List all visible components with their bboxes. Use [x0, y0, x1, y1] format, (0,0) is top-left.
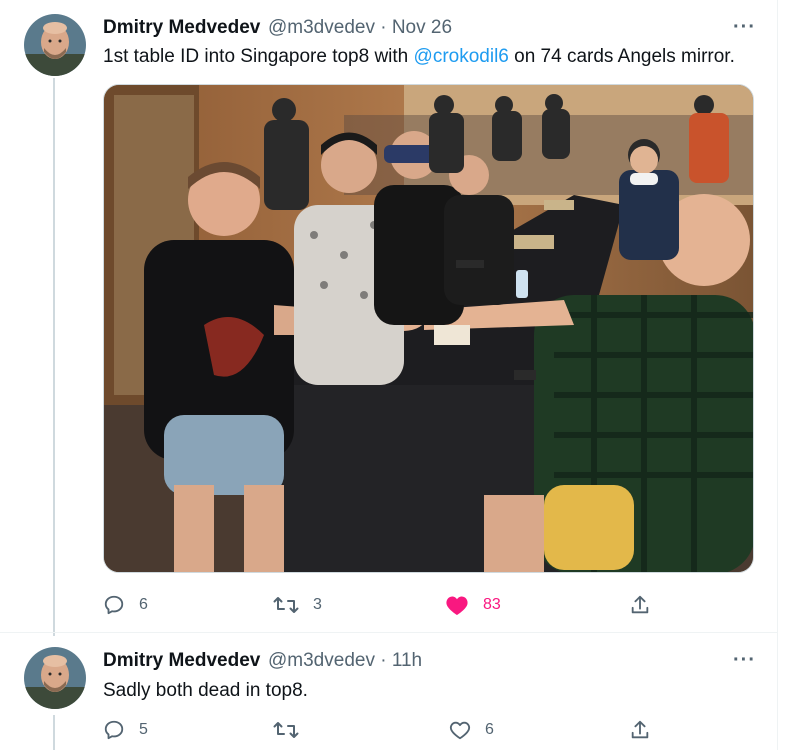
avatar[interactable] [24, 647, 86, 709]
reply-count: 6 [139, 596, 148, 613]
avatar[interactable] [24, 14, 86, 76]
more-options-icon[interactable]: ··· [733, 649, 756, 672]
timeline: Dmitry Medvedev @m3dvedev · Nov 26 ··· 1… [0, 0, 778, 750]
tweet-text-part: 1st table ID into Singapore top8 with [103, 46, 414, 67]
like-button[interactable]: 6 [449, 719, 494, 741]
thread-connector-line [53, 78, 55, 636]
thread-connector-line [53, 715, 55, 750]
share-icon [631, 595, 649, 614]
more-options-icon[interactable]: ··· [733, 16, 756, 39]
tweet-photo[interactable] [103, 84, 754, 573]
tweet-text: 1st table ID into Singapore top8 with @c… [103, 46, 735, 68]
tweet-text-part: on 74 cards Angels mirror. [508, 46, 735, 67]
share-button[interactable] [629, 594, 651, 616]
tweet-divider [0, 632, 778, 633]
retweet-count: 3 [313, 596, 322, 613]
retweet-icon [273, 597, 299, 613]
author-handle-and-time[interactable]: @m3dvedev · 11h [268, 650, 422, 672]
retweet-button[interactable]: 3 [273, 594, 322, 616]
like-button[interactable]: 83 [445, 594, 501, 616]
reply-count: 5 [139, 721, 148, 738]
like-count: 83 [483, 596, 501, 613]
share-button[interactable] [629, 719, 651, 741]
mention-link[interactable]: @crokodil6 [414, 46, 509, 67]
reply-button[interactable]: 5 [103, 719, 148, 741]
share-icon [631, 720, 649, 739]
heart-outline-icon [449, 721, 471, 740]
author-name[interactable]: Dmitry Medvedev [103, 17, 260, 39]
heart-filled-icon [446, 596, 468, 615]
reply-icon [104, 595, 124, 615]
author-name[interactable]: Dmitry Medvedev [103, 650, 260, 672]
like-count: 6 [485, 721, 494, 738]
reply-icon [104, 720, 124, 740]
author-handle-and-time[interactable]: @m3dvedev · Nov 26 [268, 17, 452, 39]
retweet-icon [273, 722, 299, 738]
reply-button[interactable]: 6 [103, 594, 148, 616]
tweet-text: Sadly both dead in top8. [103, 680, 308, 701]
retweet-button[interactable] [273, 719, 313, 741]
